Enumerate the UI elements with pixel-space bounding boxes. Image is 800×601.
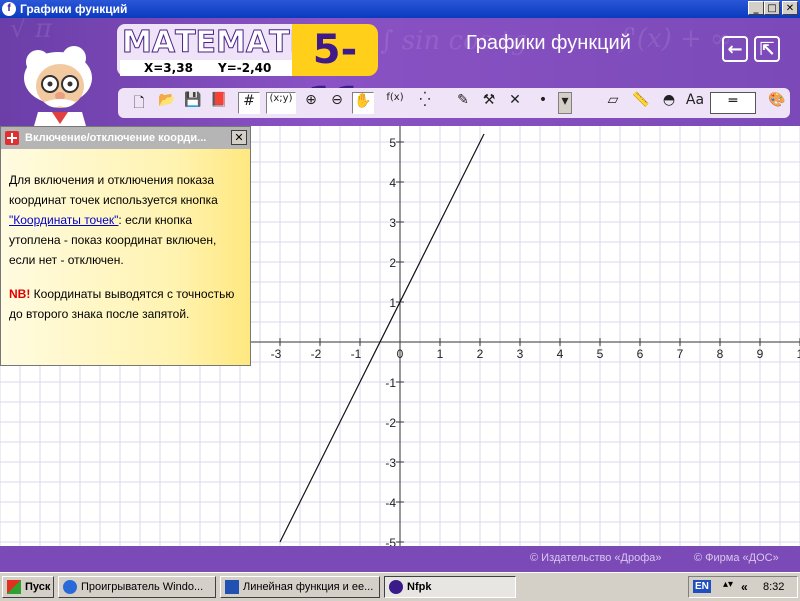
taskbar: Пуск Проигрыватель Windo... Линейная фун… <box>0 572 800 601</box>
x-tick-label: 2 <box>477 347 484 361</box>
info-panel: Включение/отключение коорди... ✕ Для вкл… <box>0 126 251 366</box>
system-tray: EN ▴▾ « 8:32 <box>688 576 798 598</box>
delete-icon[interactable]: ✕ <box>504 92 526 114</box>
y-tick-label: -1 <box>385 376 396 390</box>
open-icon[interactable]: 📂 <box>156 92 178 114</box>
dropdown-icon[interactable]: ▾ <box>558 92 572 114</box>
y-tick-label: 3 <box>389 216 396 230</box>
x-tick-label: 0 <box>397 347 404 361</box>
points-icon[interactable]: ⁛ <box>414 92 436 114</box>
info-panel-body: Для включения и отключения показа коорди… <box>9 170 245 324</box>
professor-mascot-icon <box>24 46 92 126</box>
x-tick-label: 5 <box>597 347 604 361</box>
task-nfpk[interactable]: Nfpk <box>384 576 516 598</box>
tray-expand-button[interactable]: « <box>741 580 748 594</box>
x-tick-label: 7 <box>677 347 684 361</box>
x-tick-label: 9 <box>757 347 764 361</box>
info-panel-close-button[interactable]: ✕ <box>231 130 247 145</box>
info-panel-title: Включение/отключение коорди... <box>25 132 207 144</box>
save-icon[interactable]: 💾 <box>182 92 204 114</box>
y-tick-label: 2 <box>389 256 396 270</box>
x-tick-label: 3 <box>517 347 524 361</box>
palette-icon[interactable]: 🎨 <box>766 92 788 114</box>
eraser-icon[interactable]: ▱ <box>602 92 624 114</box>
info-paragraph-1: Для включения и отключения показа коорди… <box>9 173 218 267</box>
coord-x: X=3,38 <box>144 61 193 75</box>
x-tick-label: 6 <box>637 347 644 361</box>
cursor-coordinates: X=3,38 Y=-2,40 <box>120 60 292 76</box>
y-tick-label: -4 <box>385 496 396 510</box>
maximize-button[interactable]: □ <box>764 1 780 15</box>
y-tick-label: 1 <box>389 296 396 310</box>
language-indicator[interactable]: EN <box>693 580 711 593</box>
footer-firm: © Фирма «ДОС» <box>694 552 779 564</box>
start-button[interactable]: Пуск <box>2 576 54 598</box>
coord-y: Y=-2,40 <box>218 61 272 75</box>
x-tick-label: -1 <box>351 347 362 361</box>
footer-publisher: © Издательство «Дрофа» <box>530 552 662 564</box>
zoom-out-icon[interactable]: ⊖ <box>326 92 348 114</box>
logo-number: 5-11 <box>292 24 378 125</box>
media-player-icon <box>63 580 77 595</box>
x-tick-label: -3 <box>271 347 282 361</box>
y-tick-label: -2 <box>385 416 396 430</box>
x-tick-label: 1 <box>797 347 800 361</box>
point-size-icon[interactable]: • <box>532 92 554 114</box>
page-title: Графики функций <box>466 32 631 54</box>
app-header: ∫ sin cos tg f'(x) + ∞ √ π МАТЕМАТИКА 5-… <box>0 18 800 126</box>
grid-icon[interactable]: # <box>238 92 260 114</box>
app-footer: © Издательство «Дрофа» © Фирма «ДОС» <box>0 546 800 572</box>
x-tick-label: 8 <box>717 347 724 361</box>
tools-icon[interactable]: ⚒ <box>478 92 500 114</box>
line-style-select[interactable]: ═ <box>710 92 756 114</box>
window-titlebar: f Графики функций _ □ ✕ <box>0 0 800 18</box>
pen-icon[interactable]: ✎ <box>452 92 474 114</box>
y-tick-label: 5 <box>389 136 396 150</box>
minimize-button[interactable]: _ <box>748 1 764 15</box>
y-tick-label: 4 <box>389 176 396 190</box>
ruler-icon[interactable]: 📏 <box>630 92 652 114</box>
x-tick-label: 1 <box>437 347 444 361</box>
info-paragraph-2: NB! Координаты выводятся с точностью до … <box>9 287 235 321</box>
task-word-document[interactable]: Линейная функция и ее... <box>220 576 380 598</box>
window-title: Графики функций <box>20 2 128 16</box>
book-icon[interactable]: 📕 <box>208 92 230 114</box>
clock: 8:32 <box>763 581 785 593</box>
back-button[interactable]: ← <box>722 36 748 62</box>
tray-arrows-icon[interactable]: ▴▾ <box>723 579 733 590</box>
info-panel-titlebar: Включение/отключение коорди... ✕ <box>1 127 250 149</box>
function-line <box>279 133 485 543</box>
word-document-icon <box>225 580 239 595</box>
x-tick-label: 4 <box>557 347 564 361</box>
coordinates-help-link[interactable]: "Координаты точек" <box>9 213 118 227</box>
task-media-player[interactable]: Проигрыватель Windo... <box>58 576 216 598</box>
font-icon[interactable]: Aa <box>684 92 706 114</box>
zoom-in-icon[interactable]: ⊕ <box>300 92 322 114</box>
protractor-icon[interactable]: ◓ <box>658 92 680 114</box>
y-tick-label: -3 <box>385 456 396 470</box>
nfpk-app-icon <box>389 580 403 595</box>
windows-logo-icon <box>7 580 21 595</box>
new-icon[interactable]: 🗋 <box>128 92 150 114</box>
hand-icon[interactable]: ✋ <box>352 92 374 114</box>
close-button[interactable]: ✕ <box>782 1 798 15</box>
first-aid-icon <box>5 131 19 145</box>
app-icon: f <box>2 2 16 16</box>
toolbar: 🗋 📂 💾 📕 # (x;y) ⊕ ⊖ ✋ f(x) ⁛ ✎ ⚒ ✕ • ▾ ▱ 📏 ◓ Aa ═ 🎨 <box>118 88 790 118</box>
x-tick-label: -2 <box>311 347 322 361</box>
window-restore-button[interactable]: ⇱ <box>754 36 780 62</box>
coordinates-icon[interactable]: (x;y) <box>266 92 296 114</box>
nb-label: NB! <box>9 287 31 301</box>
y-tick-label: -5 <box>385 536 396 546</box>
function-icon[interactable]: f(x) <box>380 92 410 114</box>
